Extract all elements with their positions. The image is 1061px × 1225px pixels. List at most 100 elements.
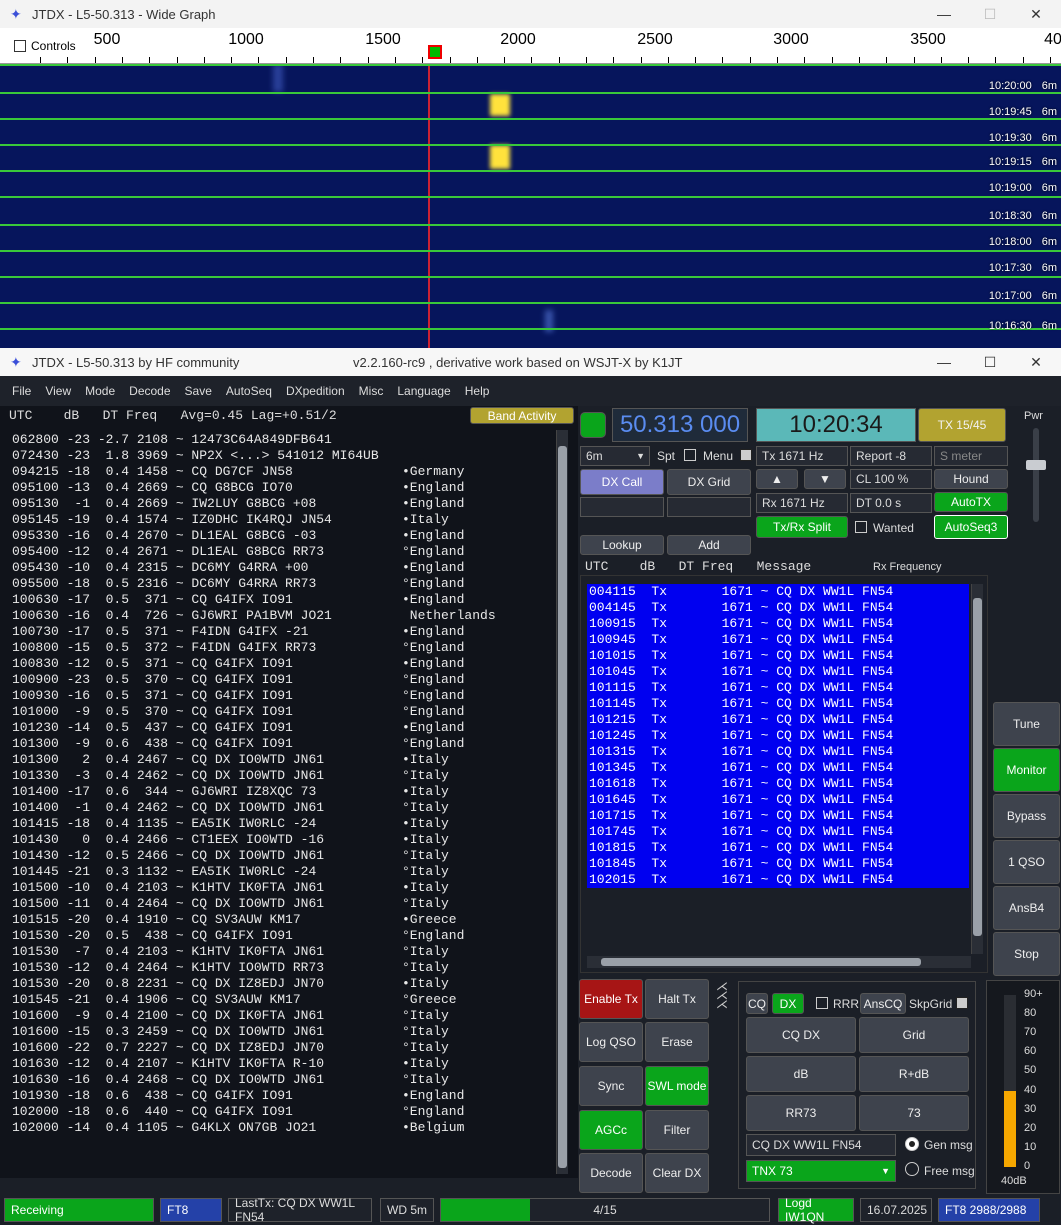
rx-row[interactable]: 101618 Tx 1671 ~ CQ DX WW1L FN54 — [587, 776, 969, 792]
band-activity-row[interactable]: 101500 -11 0.4 2464 ~ CQ DX IO0WTD JN61 °… — [12, 896, 552, 912]
minimize-icon[interactable]: — — [921, 0, 967, 28]
band-activity-row[interactable]: 072430 -23 1.8 3969 ~ NP2X <...> 541012 … — [12, 448, 552, 464]
menu-save[interactable]: Save — [185, 384, 212, 398]
band-activity-row[interactable]: 101600 -22 0.7 2227 ~ CQ DX IZ8EDJ JN70 °… — [12, 1040, 552, 1056]
close-icon[interactable]: ✕ — [1013, 0, 1059, 28]
close-icon[interactable]: ✕ — [1013, 348, 1059, 376]
rx-row[interactable]: 101645 Tx 1671 ~ CQ DX WW1L FN54 — [587, 792, 969, 808]
band-activity-row[interactable]: 100800 -15 0.5 372 ~ F4IDN G4IFX RR73 °En… — [12, 640, 552, 656]
band-activity-row[interactable]: 101230 -14 0.5 437 ~ CQ G4IFX IO91 •Engla… — [12, 720, 552, 736]
grid-button[interactable]: Grid — [859, 1017, 969, 1053]
dx-grid-input[interactable] — [667, 497, 751, 517]
band-activity-row[interactable]: 101600 -15 0.3 2459 ~ CQ DX IO0WTD JN61 °… — [12, 1024, 552, 1040]
pin-lock-icon[interactable]: ⋌ ⋌ ⋌ — [716, 980, 728, 1010]
band-activity-row[interactable]: 101530 -12 0.4 2464 ~ K1HTV IO0WTD RR73 °… — [12, 960, 552, 976]
band-activity-row[interactable]: 101400 -17 0.6 344 ~ GJ6WRI IZ8XQC 73 •It… — [12, 784, 552, 800]
free-msg-radio[interactable] — [905, 1162, 919, 1176]
band-activity-row[interactable]: 101600 -9 0.4 2100 ~ CQ DX IK0FTA JN61 °I… — [12, 1008, 552, 1024]
minimize-icon[interactable]: — — [921, 348, 967, 376]
rx-vertical-scrollbar[interactable] — [971, 584, 983, 954]
tx-rx-split-button[interactable]: Tx/Rx Split — [756, 516, 848, 538]
band-activity-row[interactable]: 101445 -21 0.3 1132 ~ EA5IK IW0RLC -24 °I… — [12, 864, 552, 880]
rx-row[interactable]: 101045 Tx 1671 ~ CQ DX WW1L FN54 — [587, 664, 969, 680]
band-activity-row[interactable]: 101530 -20 0.8 2231 ~ CQ DX IZ8EDJ JN70 •… — [12, 976, 552, 992]
rx-row[interactable]: 004115 Tx 1671 ~ CQ DX WW1L FN54 — [587, 584, 969, 600]
band-activity-row[interactable]: 101930 -18 0.6 438 ~ CQ G4IFX IO91 •Engla… — [12, 1088, 552, 1104]
scroll-thumb[interactable] — [558, 446, 567, 1168]
band-activity-row[interactable]: 100630 -16 0.4 726 ~ GJ6WRI PA1BVM JO21 … — [12, 608, 552, 624]
rx-row[interactable]: 101745 Tx 1671 ~ CQ DX WW1L FN54 — [587, 824, 969, 840]
band-activity-row[interactable]: 101300 2 0.4 2467 ~ CQ DX IO0WTD JN61 •It… — [12, 752, 552, 768]
db-button[interactable]: dB — [746, 1056, 856, 1092]
band-activity-row[interactable]: 101630 -16 0.4 2468 ~ CQ DX IO0WTD JN61 °… — [12, 1072, 552, 1088]
band-activity-row[interactable]: 095330 -16 0.4 2670 ~ DL1EAL G8BCG -03 •E… — [12, 528, 552, 544]
filter-button[interactable]: Filter — [645, 1110, 709, 1150]
band-activity-list[interactable]: 062800 -23 -2.7 2108 ~ 12473C64A849DFB64… — [12, 432, 552, 1152]
rx-row[interactable]: 101145 Tx 1671 ~ CQ DX WW1L FN54 — [587, 696, 969, 712]
menu-misc[interactable]: Misc — [359, 384, 384, 398]
band-activity-row[interactable]: 101530 -20 0.5 438 ~ CQ G4IFX IO91 °Engla… — [12, 928, 552, 944]
73-button[interactable]: 73 — [859, 1095, 969, 1131]
menu-mode[interactable]: Mode — [85, 384, 115, 398]
frequency-ruler[interactable]: Controls 500 1000 1500 2000 2500 3000 3500 40 — [0, 28, 1061, 64]
power-slider-track[interactable] — [1033, 428, 1039, 522]
waterfall-display[interactable]: 10:20:00 6m 10:19:45 6m 10:19:30 6m 10:19:15 6m… — [0, 64, 1061, 348]
rx-row[interactable]: 101345 Tx 1671 ~ CQ DX WW1L FN54 — [587, 760, 969, 776]
band-activity-row[interactable]: 101000 -9 0.5 370 ~ CQ G4IFX IO91 °Englan… — [12, 704, 552, 720]
scroll-thumb[interactable] — [973, 598, 982, 936]
wanted-checkbox[interactable] — [855, 521, 867, 533]
rx-row[interactable]: 101115 Tx 1671 ~ CQ DX WW1L FN54 — [587, 680, 969, 696]
stop-button[interactable]: Stop — [993, 932, 1060, 976]
band-activity-row[interactable]: 094215 -18 0.4 1458 ~ CQ DG7CF JN58 •Germ… — [12, 464, 552, 480]
tx-down-button[interactable]: ▼ — [804, 469, 846, 489]
ansb4-button[interactable]: AnsB4 — [993, 886, 1060, 930]
band-activity-row[interactable]: 100630 -17 0.5 371 ~ CQ G4IFX IO91 •Engla… — [12, 592, 552, 608]
monitor-button[interactable]: Monitor — [993, 748, 1060, 792]
band-activity-row[interactable]: 095100 -13 0.4 2669 ~ CQ G8BCG IO70 •Engl… — [12, 480, 552, 496]
erase-button[interactable]: Erase — [645, 1022, 709, 1062]
band-activity-row[interactable]: 062800 -23 -2.7 2108 ~ 12473C64A849DFB64… — [12, 432, 552, 448]
band-activity-row[interactable]: 101630 -12 0.4 2107 ~ K1HTV IK0FTA R-10 •… — [12, 1056, 552, 1072]
rx-row[interactable]: 101845 Tx 1671 ~ CQ DX WW1L FN54 — [587, 856, 969, 872]
anscq-button[interactable]: AnsCQ — [860, 993, 906, 1014]
lookup-button[interactable]: Lookup — [580, 535, 664, 555]
report-spin[interactable]: Report -8 — [850, 446, 932, 466]
s-meter-field[interactable]: S meter — [934, 446, 1008, 466]
band-activity-row[interactable]: 101515 -20 0.4 1910 ~ CQ SV3AUW KM17 •Gre… — [12, 912, 552, 928]
menu-help[interactable]: Help — [465, 384, 490, 398]
band-activity-row[interactable]: 102000 -14 0.4 1105 ~ G4KLX ON7GB JO21 •B… — [12, 1120, 552, 1136]
bypass-button[interactable]: Bypass — [993, 794, 1060, 838]
tx-frequency-spin[interactable]: Tx 1671 Hz — [756, 446, 848, 466]
band-activity-row[interactable]: 101545 -21 0.4 1906 ~ CQ SV3AUW KM17 °Gre… — [12, 992, 552, 1008]
band-activity-row[interactable]: 095500 -18 0.5 2316 ~ DC6MY G4RRA RR73 °E… — [12, 576, 552, 592]
band-activity-row[interactable]: 100830 -12 0.5 371 ~ CQ G4IFX IO91 •Engla… — [12, 656, 552, 672]
band-activity-row[interactable]: 095130 -1 0.4 2669 ~ IW2LUY G8BCG +08 •En… — [12, 496, 552, 512]
band-activity-row[interactable]: 101415 -18 0.4 1135 ~ EA5IK IW0RLC -24 •I… — [12, 816, 552, 832]
halt-tx-button[interactable]: Halt Tx — [645, 979, 709, 1019]
scroll-thumb[interactable] — [601, 958, 921, 966]
rx-row[interactable]: 101215 Tx 1671 ~ CQ DX WW1L FN54 — [587, 712, 969, 728]
dx-button[interactable]: DX — [772, 993, 804, 1014]
menu-checkbox[interactable] — [740, 449, 752, 461]
spt-checkbox[interactable] — [684, 449, 696, 461]
autoseq-button[interactable]: AutoSeq3 — [934, 515, 1008, 539]
controls-checkbox-box[interactable] — [14, 40, 26, 52]
menu-view[interactable]: View — [45, 384, 71, 398]
band-activity-row[interactable]: 101500 -10 0.4 2103 ~ K1HTV IK0FTA JN61 •… — [12, 880, 552, 896]
band-activity-row[interactable]: 102000 -18 0.6 440 ~ CQ G4IFX IO91 °Engla… — [12, 1104, 552, 1120]
autotx-button[interactable]: AutoTX — [934, 492, 1008, 512]
dial-frequency[interactable]: 50.313 000 — [612, 408, 748, 442]
hound-button[interactable]: Hound — [934, 469, 1008, 489]
rr73-button[interactable]: RR73 — [746, 1095, 856, 1131]
rx-row[interactable]: 101715 Tx 1671 ~ CQ DX WW1L FN54 — [587, 808, 969, 824]
rx-frequency-spin[interactable]: Rx 1671 Hz — [756, 493, 848, 513]
band-activity-row[interactable]: 101400 -1 0.4 2462 ~ CQ DX IO0WTD JN61 °I… — [12, 800, 552, 816]
clear-dx-button[interactable]: Clear DX — [645, 1153, 709, 1193]
free-msg-select[interactable]: TNX 73 ▼ — [746, 1160, 896, 1182]
cl-spin[interactable]: CL 100 % — [850, 469, 932, 489]
menu-language[interactable]: Language — [397, 384, 450, 398]
rx-row[interactable]: 102015 Tx 1671 ~ CQ DX WW1L FN54 — [587, 872, 969, 888]
gen-msg-radio[interactable] — [905, 1137, 919, 1151]
dx-call-button[interactable]: DX Call — [580, 469, 664, 495]
gen-msg-field[interactable]: CQ DX WW1L FN54 — [746, 1134, 896, 1156]
